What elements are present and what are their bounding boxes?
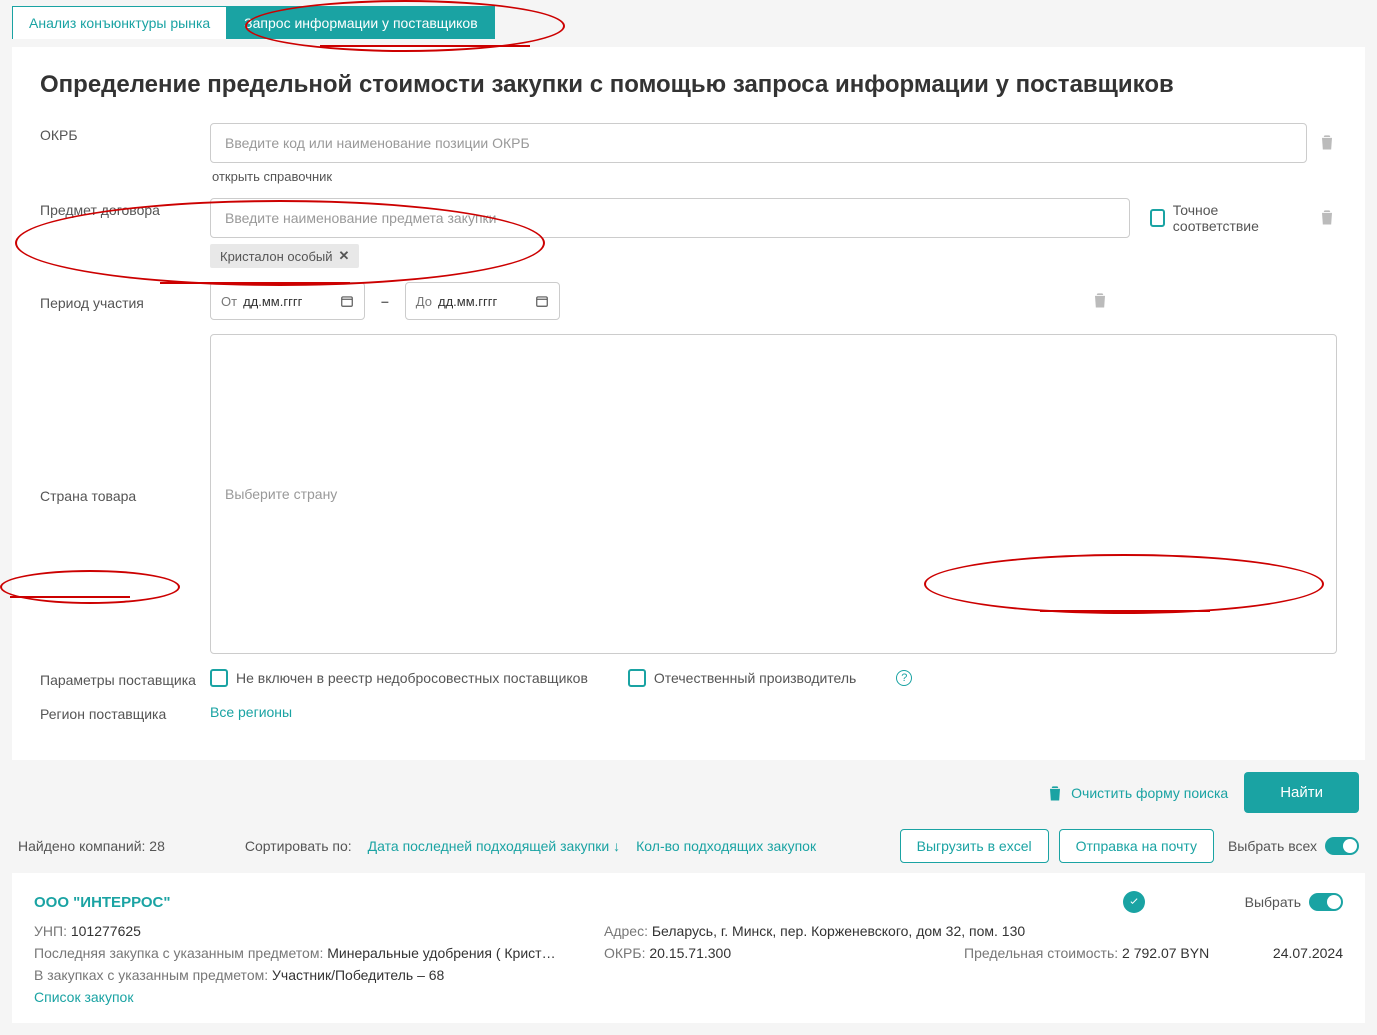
okrb-input[interactable] — [210, 123, 1307, 163]
delete-icon[interactable] — [1317, 207, 1337, 230]
region-label: Регион поставщика — [40, 702, 210, 722]
sort-by-date[interactable]: Дата последней подходящей закупки ↓ — [368, 838, 620, 854]
date-to-input[interactable]: До дд.мм.гггг — [405, 282, 560, 320]
search-form-card: Определение предельной стоимости закупки… — [12, 47, 1365, 760]
last-purchase-value: Минеральные удобрения ( Крист… — [327, 945, 555, 961]
unp-label: УНП: — [34, 923, 67, 939]
calendar-icon — [535, 294, 549, 308]
calendar-icon — [340, 294, 354, 308]
help-icon[interactable]: ? — [896, 670, 912, 686]
addr-value: Беларусь, г. Минск, пер. Корженевского, … — [652, 923, 1025, 939]
trash-icon — [1045, 783, 1065, 803]
last-date: 24.07.2024 — [1264, 945, 1343, 961]
purchase-list-link[interactable]: Список закупок — [34, 989, 1343, 1005]
country-label: Страна товара — [40, 484, 210, 504]
find-button[interactable]: Найти — [1244, 772, 1359, 813]
verified-badge-icon — [1123, 891, 1145, 913]
last-purchase-label: Последняя закупка с указанным предметом: — [34, 945, 323, 961]
addr-label: Адрес: — [604, 923, 648, 939]
tabs: Анализ конъюнктуры рынка Запрос информац… — [0, 0, 1377, 39]
select-company-label: Выбрать — [1245, 894, 1301, 910]
role-value: Участник/Победитель – 68 — [272, 967, 444, 983]
domestic-label: Отечественный производитель — [654, 670, 856, 686]
sort-label: Сортировать по: — [245, 838, 352, 854]
supplier-params-label: Параметры поставщика — [40, 668, 210, 688]
subject-label: Предмет договора — [40, 198, 210, 218]
company-name-link[interactable]: ООО "ИНТЕРРОС" — [34, 894, 171, 911]
price-label: Предельная стоимость: — [964, 945, 1118, 961]
delete-icon[interactable] — [1090, 290, 1110, 313]
unp-value: 101277625 — [71, 923, 141, 939]
results-bar: Найдено компаний: 28 Сортировать по: Дат… — [12, 829, 1365, 863]
role-label: В закупках с указанным предметом: — [34, 967, 268, 983]
exact-match-label: Точное соответствие — [1173, 202, 1277, 234]
select-all-label: Выбрать всех — [1228, 838, 1317, 854]
period-label: Период участия — [40, 291, 210, 311]
date-from-input[interactable]: От дд.мм.гггг — [210, 282, 365, 320]
okrb-code-value: 20.15.71.300 — [649, 945, 731, 961]
okrb-label: ОКРБ — [40, 123, 210, 143]
not-blacklist-checkbox[interactable] — [210, 669, 228, 687]
select-company-toggle[interactable] — [1309, 893, 1343, 911]
country-input[interactable] — [210, 334, 1337, 654]
send-mail-button[interactable]: Отправка на почту — [1059, 829, 1214, 863]
action-bar: Очистить форму поиска Найти — [12, 772, 1365, 813]
tab-supplier-request[interactable]: Запрос информации у поставщиков — [227, 6, 494, 39]
open-reference-link[interactable]: открыть справочник — [212, 169, 1337, 184]
subject-input[interactable] — [210, 198, 1130, 238]
export-excel-button[interactable]: Выгрузить в excel — [900, 829, 1049, 863]
date-separator: – — [381, 293, 389, 309]
not-blacklist-label: Не включен в реестр недобросовестных пос… — [236, 670, 588, 686]
region-select[interactable]: Все регионы — [210, 704, 1337, 720]
exact-match-checkbox[interactable] — [1150, 209, 1165, 227]
company-card: ООО "ИНТЕРРОС" Выбрать УНП: 101277625 Ад… — [12, 873, 1365, 1023]
subject-tag: Кристалон особый ✕ — [210, 244, 359, 268]
clear-form-button[interactable]: Очистить форму поиска — [1045, 783, 1228, 803]
tab-market-analysis[interactable]: Анализ конъюнктуры рынка — [12, 6, 227, 39]
tag-text: Кристалон особый — [220, 249, 333, 264]
select-all-toggle[interactable] — [1325, 837, 1359, 855]
sort-by-qty[interactable]: Кол-во подходящих закупок — [636, 838, 816, 854]
page-title: Определение предельной стоимости закупки… — [40, 71, 1337, 99]
results-count: Найдено компаний: 28 — [18, 838, 165, 854]
arrow-down-icon: ↓ — [613, 838, 620, 854]
tag-remove-icon[interactable]: ✕ — [339, 248, 350, 264]
okrb-code-label: ОКРБ: — [604, 945, 645, 961]
domestic-checkbox[interactable] — [628, 669, 646, 687]
delete-icon[interactable] — [1317, 132, 1337, 155]
price-value: 2 792.07 BYN — [1122, 945, 1209, 961]
